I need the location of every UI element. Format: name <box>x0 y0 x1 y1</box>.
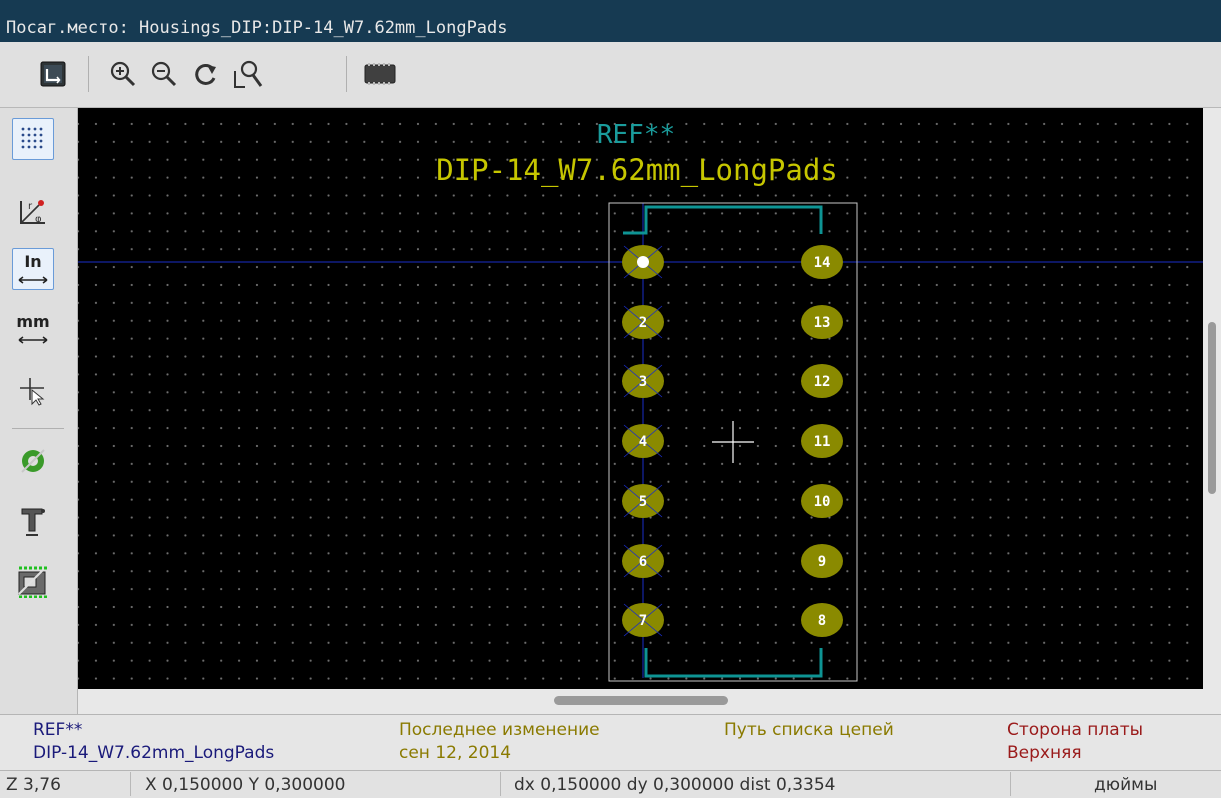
footprint-viewer-window: Посаг.место: Housings_DIP:DIP-14_W7.62mm… <box>0 0 1221 798</box>
toolbar-separator <box>12 428 64 429</box>
pad-7-number: 7 <box>639 613 647 629</box>
units-mm-button[interactable]: mm <box>12 308 54 350</box>
pad-6-number: 6 <box>639 554 647 570</box>
units-readout: дюймы <box>1094 775 1158 795</box>
pad-10[interactable]: 10 <box>801 484 843 518</box>
scrollbar-corner <box>1203 689 1221 714</box>
last-change-value: сен 12, 2014 <box>399 743 512 763</box>
text-sketch-button[interactable] <box>12 500 54 542</box>
pad-7[interactable]: 7 <box>622 603 664 637</box>
pad-8[interactable]: 8 <box>801 603 843 637</box>
units-inches-icon: In <box>18 252 48 287</box>
status-separator <box>500 772 501 796</box>
svg-text:φ: φ <box>35 214 42 225</box>
pads-sketch-button[interactable] <box>12 440 54 482</box>
horizontal-scrollbar-thumb[interactable] <box>554 696 728 705</box>
zoom-fit-icon <box>234 60 263 88</box>
zoom-in-icon <box>110 61 136 87</box>
pad-6[interactable]: 6 <box>622 544 664 578</box>
title-bar: Посаг.место: Housings_DIP:DIP-14_W7.62mm… <box>0 0 1221 42</box>
cursor-position-readout: X 0,150000 Y 0,300000 <box>145 775 346 795</box>
pad-12-number: 12 <box>814 374 831 390</box>
double-arrow-icon <box>18 275 48 284</box>
pad-5[interactable]: 5 <box>622 484 664 518</box>
pad-14-number: 14 <box>814 255 831 271</box>
window-title: Посаг.место: Housings_DIP:DIP-14_W7.62mm… <box>6 18 508 38</box>
grid-toggle-icon <box>21 127 43 149</box>
left-options-toolbar: r φ In mm <box>0 108 78 714</box>
zoom-fit-button[interactable] <box>228 54 268 94</box>
footprint-drawing: REF** DIP-14_W7.62mm_LongPads 1 2 3 4 5 … <box>78 120 1203 682</box>
pad-13[interactable]: 13 <box>801 305 843 339</box>
footprint-reference: REF** <box>597 120 675 150</box>
double-arrow-icon <box>18 335 48 344</box>
zoom-in-button[interactable] <box>103 54 143 94</box>
redraw-icon <box>195 63 216 85</box>
polar-coordinates-button[interactable]: r φ <box>12 190 54 232</box>
pad-13-number: 13 <box>814 315 831 331</box>
cursor-shape-icon <box>20 378 45 406</box>
status-separator <box>130 772 131 796</box>
footprint-3d-icon <box>364 63 396 85</box>
reference-value: REF** <box>33 720 83 740</box>
top-toolbar <box>0 42 1221 108</box>
crosshair-cursor-icon <box>712 421 754 463</box>
footprint-3d-button[interactable] <box>360 54 400 94</box>
pad-14[interactable]: 14 <box>801 245 843 279</box>
last-change-label: Последнее изменение <box>399 720 600 740</box>
vertical-scrollbar-thumb[interactable] <box>1208 322 1216 494</box>
edges-sketch-icon <box>18 565 48 598</box>
page-settings-button[interactable] <box>33 54 73 94</box>
grid-toggle-button[interactable] <box>12 118 54 160</box>
pad-9-number: 9 <box>818 554 826 570</box>
pad-1-number: 1 <box>639 255 647 271</box>
pad-11-number: 11 <box>814 434 831 450</box>
toolbar-separator <box>346 56 347 92</box>
board-side-label: Сторона платы <box>1007 720 1144 740</box>
page-settings-icon <box>40 61 66 87</box>
pad-4[interactable]: 4 <box>622 424 664 458</box>
units-inches-button[interactable]: In <box>12 248 54 290</box>
pad-5-number: 5 <box>639 494 647 510</box>
text-sketch-icon <box>21 508 45 536</box>
pad-11[interactable]: 11 <box>801 424 843 458</box>
zoom-out-icon <box>151 61 177 87</box>
message-panel: REF** DIP-14_W7.62mm_LongPads Последнее … <box>0 714 1221 770</box>
status-separator <box>1010 772 1011 796</box>
board-side-value: Верхняя <box>1007 743 1082 763</box>
drawing-canvas[interactable]: REF** DIP-14_W7.62mm_LongPads 1 2 3 4 5 … <box>78 108 1203 689</box>
redraw-button[interactable] <box>186 54 226 94</box>
svg-text:r: r <box>28 201 33 212</box>
pad-2-number: 2 <box>639 315 647 331</box>
zoom-out-button[interactable] <box>144 54 184 94</box>
relative-position-readout: dx 0,150000 dy 0,300000 dist 0,3354 <box>514 775 836 795</box>
units-mm-label: mm <box>16 311 50 331</box>
pad-10-number: 10 <box>814 494 831 510</box>
pad-3[interactable]: 3 <box>622 364 664 398</box>
pad-3-number: 3 <box>639 374 647 390</box>
pad-9[interactable]: 9 <box>801 544 843 578</box>
pad-4-number: 4 <box>639 434 647 450</box>
units-mm-icon: mm <box>16 311 50 347</box>
silkscreen-outline <box>623 205 823 235</box>
footprint-value: DIP-14_W7.62mm_LongPads <box>436 153 838 188</box>
toolbar-separator <box>88 56 89 92</box>
netlist-path-label: Путь списка цепей <box>724 720 894 740</box>
edges-sketch-button[interactable] <box>12 560 54 602</box>
pads-sketch-icon <box>21 449 45 473</box>
zoom-readout: Z 3,76 <box>6 775 61 795</box>
silkscreen-outline-bottom <box>644 648 823 678</box>
pad-2[interactable]: 2 <box>622 305 664 339</box>
footprint-name-value: DIP-14_W7.62mm_LongPads <box>33 743 275 763</box>
pad-1[interactable]: 1 <box>622 245 664 279</box>
pad-8-number: 8 <box>818 613 826 629</box>
pad-12[interactable]: 12 <box>801 364 843 398</box>
units-inches-label: In <box>24 251 42 271</box>
cursor-shape-button[interactable] <box>12 370 54 412</box>
polar-coordinates-icon: r φ <box>20 200 45 225</box>
